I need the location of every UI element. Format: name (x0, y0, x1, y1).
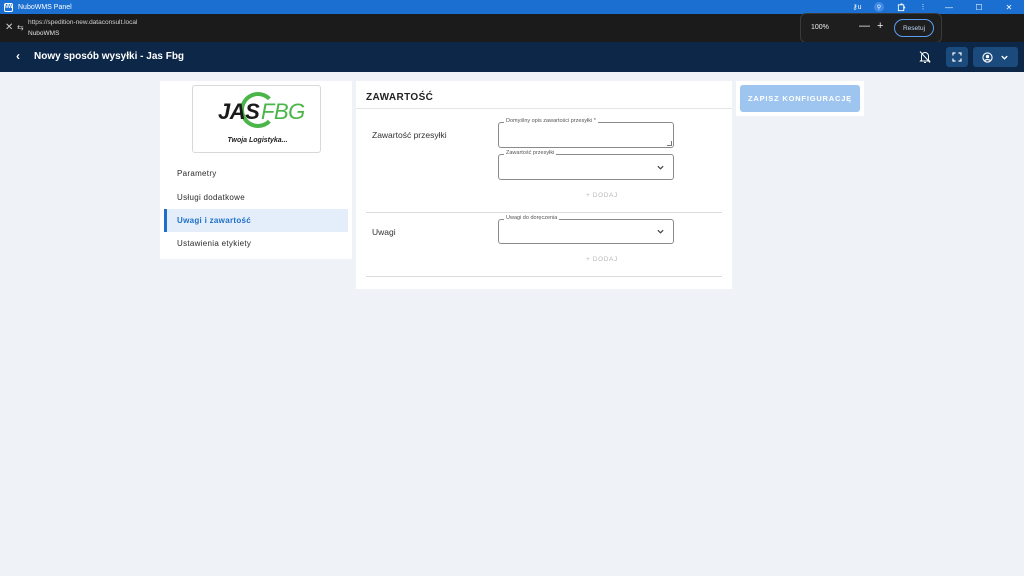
minimize-button[interactable]: — (934, 0, 964, 14)
account-menu-button[interactable] (973, 47, 1018, 67)
fullscreen-button[interactable] (946, 47, 968, 67)
sidebar-item-uwagi-i-zawartosc[interactable]: Uwagi i zawartość (164, 209, 348, 232)
zoom-out-button[interactable]: — (859, 20, 870, 32)
more-menu-icon[interactable]: ⋮ (912, 0, 934, 14)
actions-card: ZAPISZ KONFIGURACJĘ (736, 81, 864, 116)
divider (356, 108, 732, 109)
page-title: Nowy sposób wysyłki - Jas Fbg (34, 51, 185, 62)
search-icon[interactable]: ⚲ (868, 0, 890, 14)
divider (366, 276, 722, 277)
chevron-down-icon (1001, 55, 1008, 60)
fullscreen-icon (952, 52, 962, 62)
zoom-level: 100% (811, 24, 829, 31)
contents-select[interactable]: Zawartość przesyłki (498, 150, 674, 180)
save-configuration-button[interactable]: ZAPISZ KONFIGURACJĘ (740, 85, 860, 112)
contents-select-label: Zawartość przesyłki (504, 150, 557, 156)
zoom-popup: 100% — + Resetuj (800, 13, 942, 43)
logo-text-jas: JAS (218, 99, 260, 124)
sidebar-item-ustawienia-etykiety[interactable]: Ustawienia etykiety (164, 232, 348, 255)
site-settings-icon[interactable]: ⇆ (17, 23, 24, 32)
contents-section-label: Zawartość przesyłki (372, 130, 447, 140)
logo-tagline: Twoja Logistyka... (227, 137, 288, 144)
user-circle-icon (982, 51, 993, 63)
sidebar-item-parametry[interactable]: Parametry (164, 162, 348, 185)
notes-select[interactable]: Uwagi do doręczenia (498, 215, 674, 244)
resize-handle-icon[interactable] (667, 141, 672, 146)
chevron-down-icon (657, 229, 664, 234)
back-arrow-icon[interactable]: ‹ (16, 49, 20, 63)
sidebar: JAS FBG Twoja Logistyka... Parametry Usł… (160, 81, 352, 259)
app-header: ‹ Nowy sposób wysyłki - Jas Fbg (0, 42, 1024, 72)
add-notes-button[interactable]: + DODAJ (586, 256, 618, 263)
notifications-off-icon[interactable] (917, 49, 933, 65)
divider (366, 212, 722, 213)
close-tab-icon[interactable]: ✕ (5, 22, 13, 33)
close-button[interactable]: ✕ (994, 0, 1024, 14)
content-card: ZAWARTOŚĆ Zawartość przesyłki Domyślny o… (356, 81, 732, 289)
site-name: NuboWMS (28, 30, 60, 37)
default-description-textarea[interactable]: Domyślny opis zawartości przesyłki * (498, 118, 674, 148)
zoom-reset-button[interactable]: Resetuj (894, 19, 934, 37)
add-contents-button[interactable]: + DODAJ (586, 192, 618, 199)
extensions-icon[interactable] (890, 0, 912, 14)
logo-text-fbg: FBG (261, 99, 305, 124)
carrier-logo: JAS FBG Twoja Logistyka... (192, 85, 321, 153)
notes-select-label: Uwagi do doręczenia (504, 215, 560, 221)
window-titlebar: NW NuboWMS Panel ⚷u ⚲ ⋮ — ☐ ✕ (0, 0, 1024, 14)
section-heading: ZAWARTOŚĆ (366, 92, 434, 103)
app-icon: NW (4, 2, 13, 12)
maximize-button[interactable]: ☐ (964, 0, 994, 14)
zoom-in-button[interactable]: + (877, 20, 883, 32)
window-title: NuboWMS Panel (18, 3, 72, 11)
key-icon[interactable]: ⚷u (846, 0, 868, 14)
sidebar-item-uslugi-dodatkowe[interactable]: Usługi dodatkowe (164, 186, 348, 209)
default-description-label: Domyślny opis zawartości przesyłki * (504, 118, 598, 124)
chevron-down-icon (657, 165, 664, 170)
notes-section-label: Uwagi (372, 227, 396, 237)
url-text[interactable]: https://spedition-new.dataconsult.local (28, 19, 137, 26)
